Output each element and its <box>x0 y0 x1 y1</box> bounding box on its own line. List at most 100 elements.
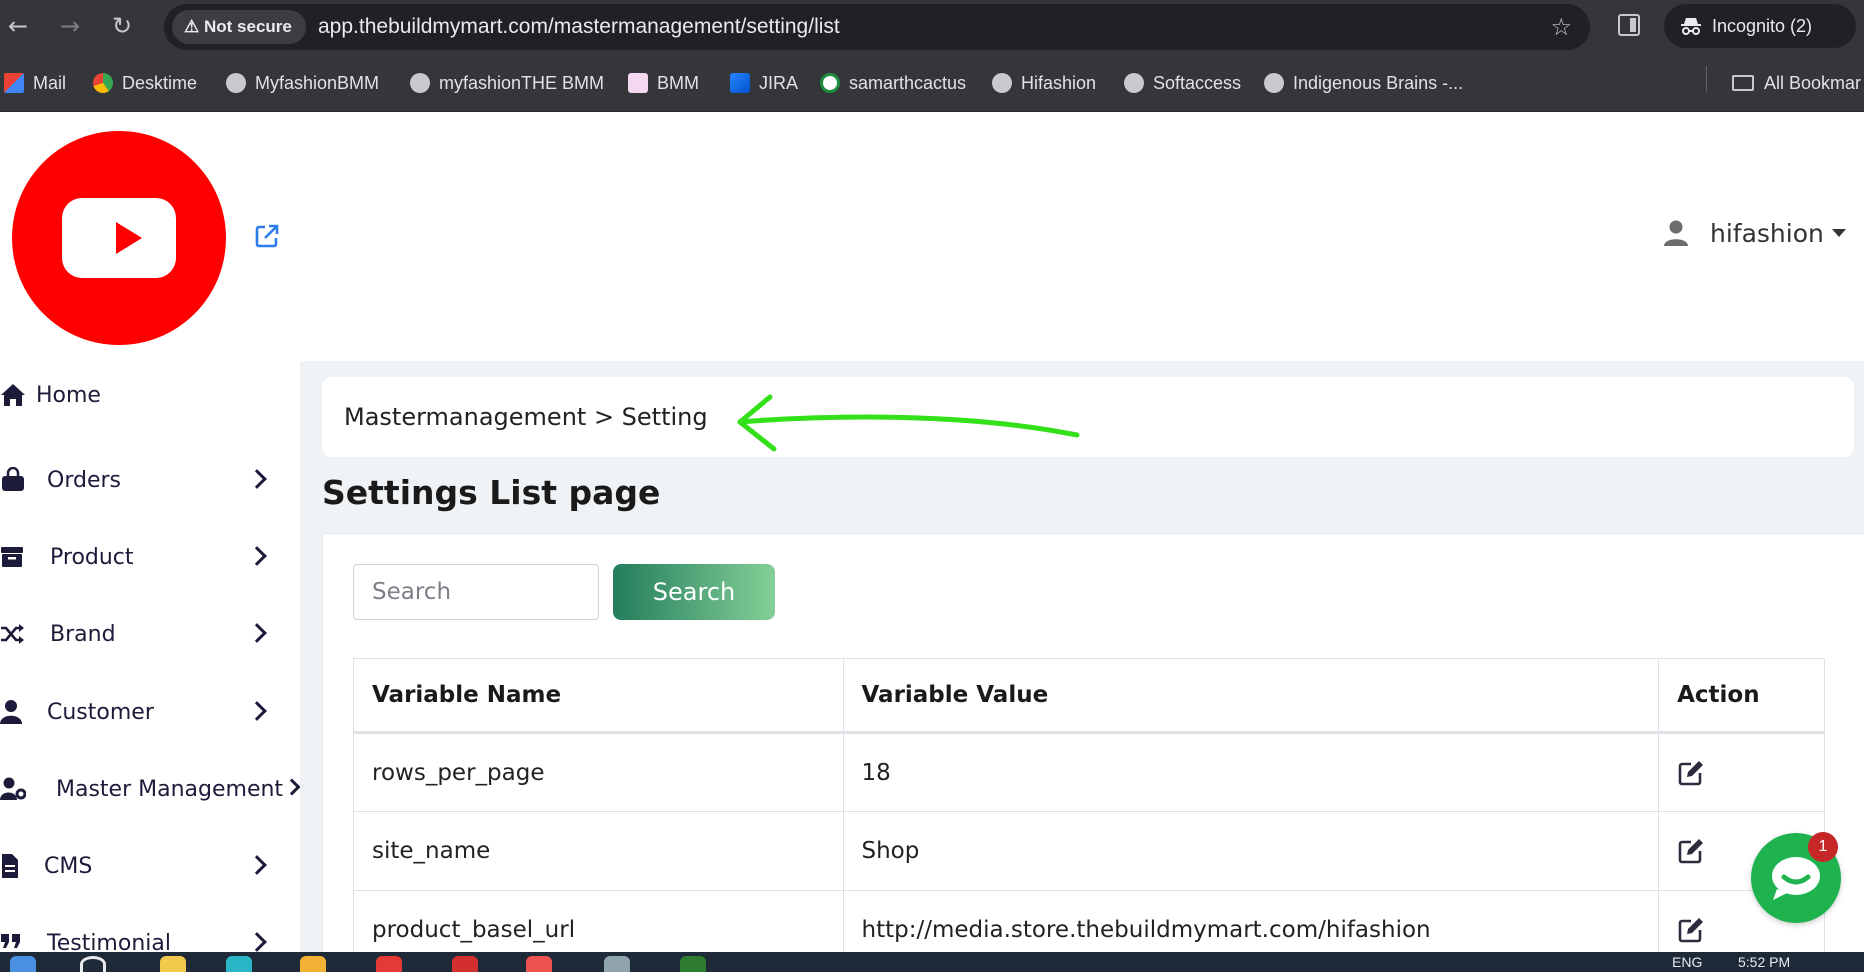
folder-icon[interactable] <box>300 956 326 972</box>
chat-icon <box>1772 857 1820 900</box>
bookmark-bmm[interactable]: BMM <box>628 66 699 100</box>
globe-icon <box>1264 73 1284 93</box>
clock[interactable]: 5:52 PM <box>1738 954 1790 970</box>
incognito-badge[interactable]: Incognito (2) <box>1664 4 1856 48</box>
bookmark-label: myfashionTHE BMM <box>439 73 605 93</box>
shuffle-icon <box>1 624 24 644</box>
bookmark-label: MyfashionBMM <box>255 73 380 93</box>
url-text[interactable]: app.thebuildmymart.com/mastermanagement/… <box>318 4 840 50</box>
play-icon <box>116 222 142 254</box>
user-icon <box>0 700 22 724</box>
start-icon[interactable] <box>10 956 36 972</box>
sidebar-item-customer[interactable]: Customer <box>0 690 300 734</box>
settings-card: Search Variable Name Variable Value Acti… <box>322 533 1864 952</box>
language-indicator[interactable]: ENG <box>1672 954 1702 970</box>
bookmark-label: Desktime <box>122 73 198 93</box>
warning-icon: ⚠ <box>184 17 200 36</box>
edit-icon[interactable] <box>1677 916 1705 944</box>
bookmark-desktime[interactable]: Desktime <box>93 66 197 100</box>
column-header: Variable Value <box>842 658 1660 734</box>
search-input[interactable] <box>353 564 599 620</box>
sidebar-item-orders[interactable]: Orders <box>0 458 300 502</box>
external-link-icon[interactable] <box>254 223 280 249</box>
sidebar-item-label: Brand <box>50 621 116 647</box>
shopping-bag-icon <box>2 467 24 491</box>
bookmark-mail[interactable]: Mail <box>4 66 66 100</box>
sidebar-item-label: Home <box>36 382 101 408</box>
variable-value-cell: http://media.store.thebuildmymart.com/hi… <box>842 890 1660 952</box>
sidebar-item-cms[interactable]: CMS <box>0 844 300 888</box>
user-menu[interactable]: hifashion <box>1662 213 1846 253</box>
security-chip[interactable]: ⚠ Not secure <box>172 10 306 44</box>
taskbar-app-icon[interactable] <box>226 956 252 972</box>
chrome-icon[interactable] <box>376 956 402 972</box>
variable-value-cell: Shop <box>842 811 1660 891</box>
sidebar-item-home[interactable]: Home <box>0 373 300 417</box>
logo[interactable] <box>12 131 226 345</box>
edit-icon[interactable] <box>1677 759 1705 787</box>
folder-icon <box>1732 75 1754 91</box>
globe-icon <box>992 73 1012 93</box>
bookmark-label: BMM <box>657 73 699 93</box>
bookmark-myfashion-the-bmm[interactable]: myfashionTHE BMM <box>410 66 604 100</box>
taskbar-app-icon[interactable] <box>604 956 630 972</box>
desktime-icon <box>93 73 113 93</box>
bookmark-myfashionbmm[interactable]: MyfashionBMM <box>226 66 379 100</box>
variable-name-cell: rows_per_page <box>353 732 844 812</box>
variable-value-cell: 18 <box>842 732 1660 812</box>
sidebar-item-testimonial[interactable]: Testimonial <box>0 921 300 952</box>
bookmark-label: Indigenous Brains -... <box>1293 73 1464 93</box>
gmail-icon <box>4 73 24 93</box>
file-icon <box>2 854 18 878</box>
security-label: Not secure <box>203 17 292 36</box>
bookmark-softaccess[interactable]: Softaccess <box>1124 66 1241 100</box>
table-row: rows_per_page 18 <box>353 732 1825 812</box>
chat-notification-badge: 1 <box>1808 832 1838 862</box>
sidebar-item-master-management[interactable]: Master Management <box>0 767 300 811</box>
variable-name-cell: product_basel_url <box>353 890 844 952</box>
search-icon[interactable] <box>80 956 106 972</box>
chevron-right-icon <box>247 855 267 875</box>
sidebar-item-label: Master Management <box>56 776 284 802</box>
sidebar: Home Orders Product Brand Customer Maste… <box>0 361 300 952</box>
home-icon <box>1 384 25 406</box>
side-panel-icon[interactable] <box>1618 14 1640 36</box>
variable-name-cell: site_name <box>353 811 844 891</box>
search-button[interactable]: Search <box>613 564 775 620</box>
edit-icon[interactable] <box>1677 837 1705 865</box>
bookmark-indigenous-brains[interactable]: Indigenous Brains -... <box>1264 66 1463 100</box>
opera-icon[interactable] <box>452 956 478 972</box>
taskbar-app-icon[interactable] <box>160 956 186 972</box>
bookmark-star-icon[interactable]: ☆ <box>1550 4 1572 50</box>
jira-icon <box>730 73 750 93</box>
sidebar-item-label: Testimonial <box>47 930 171 953</box>
table-row: site_name Shop <box>353 811 1825 891</box>
all-bookmarks[interactable]: All Bookmar <box>1732 66 1861 100</box>
globe-icon <box>1124 73 1144 93</box>
table-row: product_basel_url http://media.store.the… <box>353 890 1825 952</box>
bookmark-samarthcactus[interactable]: samarthcactus <box>820 66 966 100</box>
os-taskbar: ENG 5:52 PM <box>0 952 1864 972</box>
forward-icon[interactable]: → <box>52 8 88 44</box>
bookmark-jira[interactable]: JIRA <box>730 66 798 100</box>
all-bookmarks-label: All Bookmar <box>1764 73 1862 93</box>
chevron-right-icon <box>247 469 267 489</box>
address-bar[interactable]: ⚠ Not secure app.thebuildmymart.com/mast… <box>164 4 1590 50</box>
excel-icon[interactable] <box>680 956 706 972</box>
browser-toolbar: ← → ↻ ⚠ Not secure app.thebuildmymart.co… <box>0 0 1864 52</box>
chevron-right-icon <box>247 623 267 643</box>
bookmarks-divider <box>1706 66 1707 92</box>
sidebar-item-label: Product <box>50 544 134 570</box>
chevron-right-icon <box>247 932 267 952</box>
sidebar-item-brand[interactable]: Brand <box>0 612 300 656</box>
chevron-right-icon <box>247 701 267 721</box>
bookmark-label: Softaccess <box>1153 73 1242 93</box>
bookmark-hifashion[interactable]: Hifashion <box>992 66 1096 100</box>
incognito-label: Incognito (2) <box>1712 16 1813 36</box>
reload-icon[interactable]: ↻ <box>104 8 140 44</box>
back-icon[interactable]: ← <box>0 8 36 44</box>
bookmark-label: Hifashion <box>1021 73 1097 93</box>
sidebar-item-product[interactable]: Product <box>0 535 300 579</box>
taskbar-app-icon[interactable] <box>526 956 552 972</box>
bmm-icon <box>628 73 648 93</box>
